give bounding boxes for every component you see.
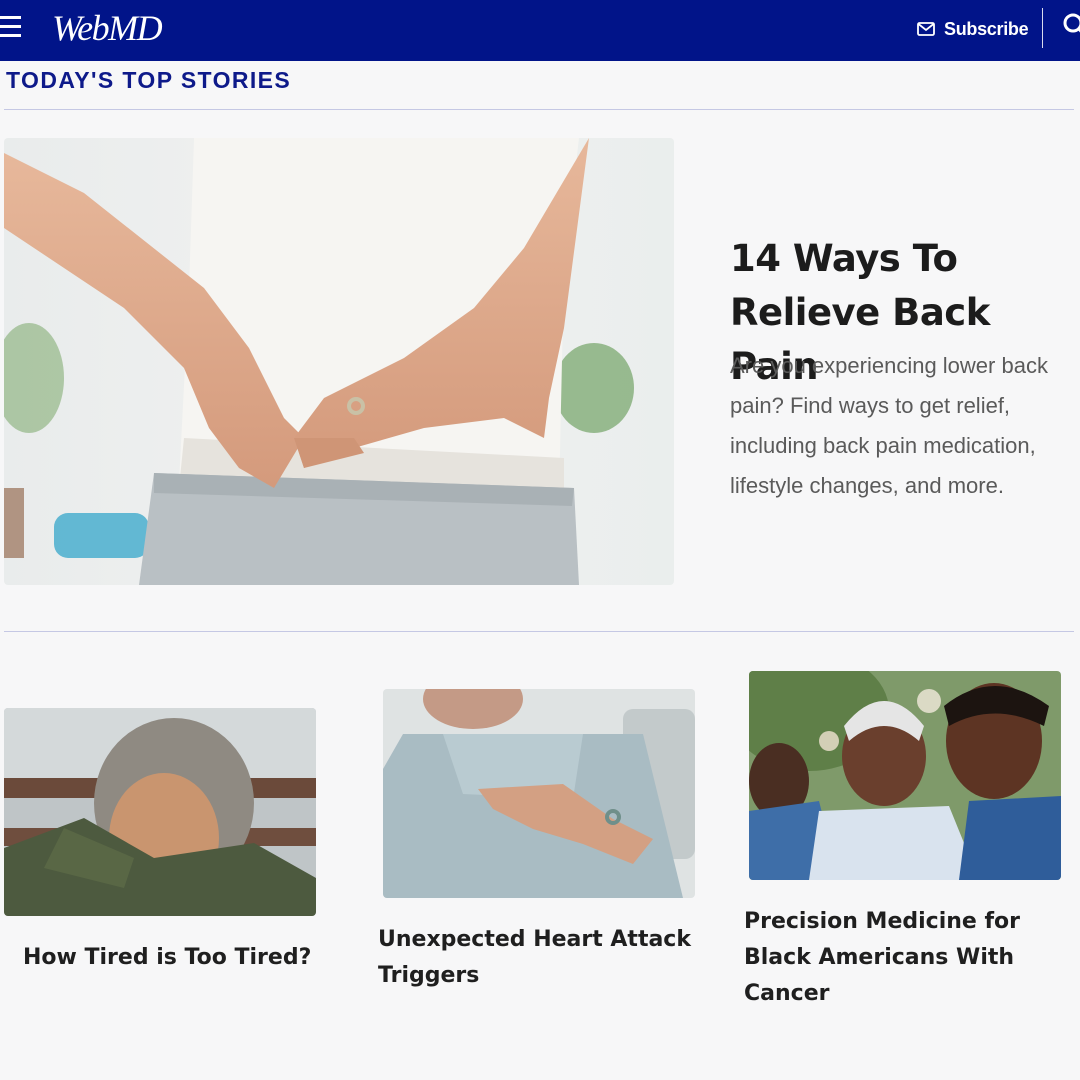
story-image-heart-attack[interactable] — [383, 689, 695, 898]
stories-divider — [4, 631, 1074, 632]
featured-story-description: Are you experiencing lower back pain? Fi… — [730, 353, 1048, 498]
story-image-tired[interactable] — [4, 708, 316, 916]
site-header: WebMD Subscribe — [0, 0, 1080, 61]
story-title-tired[interactable]: How Tired is Too Tired? — [23, 940, 323, 976]
section-divider — [4, 109, 1074, 110]
envelope-icon — [917, 22, 935, 36]
story-title-heart-attack[interactable]: Unexpected Heart Attack Triggers — [378, 922, 698, 994]
subscribe-label: Subscribe — [944, 18, 1029, 39]
webmd-logo[interactable]: WebMD — [52, 6, 163, 50]
featured-story-image[interactable] — [4, 138, 674, 585]
search-icon[interactable] — [1062, 12, 1080, 40]
hamburger-menu-icon[interactable] — [0, 14, 22, 40]
section-title: TODAY'S TOP STORIES — [6, 67, 292, 93]
story-title-precision-medicine[interactable]: Precision Medicine for Black Americans W… — [744, 904, 1074, 1012]
subscribe-button[interactable]: Subscribe — [917, 16, 1029, 42]
story-image-precision-medicine[interactable] — [749, 671, 1061, 880]
header-divider — [1042, 8, 1043, 48]
